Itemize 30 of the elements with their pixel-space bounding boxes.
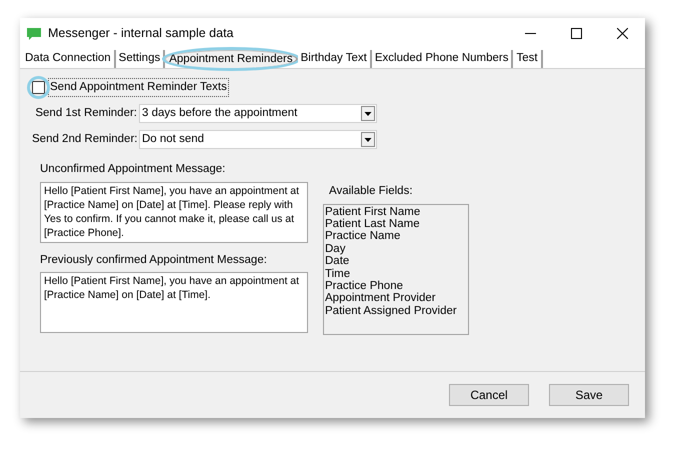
reminder-label: Send 2nd Reminder: <box>32 132 138 148</box>
available-fields-label: Available Fields: <box>329 184 414 200</box>
message-label: Unconfirmed Appointment Message: <box>40 162 226 178</box>
field-item[interactable]: Patient First Name <box>325 206 467 218</box>
message-label: Previously confirmed Appointment Message: <box>40 252 268 268</box>
field-item[interactable]: Date <box>325 255 467 268</box>
field-item[interactable]: Patient Assigned Provider <box>325 304 467 318</box>
window-title: Messenger - internal sample data <box>48 25 234 42</box>
field-item[interactable]: Time <box>325 268 467 280</box>
field-item[interactable]: Practice Phone <box>325 280 467 292</box>
chat-bubble-icon <box>26 26 42 40</box>
minimize-icon <box>524 33 536 34</box>
reminder-dropdown[interactable]: 3 days before the appointment <box>139 104 377 124</box>
message-textarea[interactable]: Hello [Patient First Name], you have an appointment at [Practice Name] on [Date] at [Time]. Please reply with Yes to confirm. If you cannot make it, please call us at [Practice Phone]. <box>40 182 308 242</box>
available-fields-list[interactable]: Patient First Name Patient Last Name Practice Name Day Date Time Practice Phone Appointment Provider Patient Assigned Provider <box>323 204 469 334</box>
checkbox[interactable] <box>32 81 45 94</box>
field-item[interactable]: Practice Name <box>325 230 467 243</box>
field-item[interactable]: Patient Last Name <box>325 218 467 230</box>
dialog-button[interactable]: Save <box>549 384 629 406</box>
reminder-dropdown[interactable]: Do not send <box>139 130 377 150</box>
dialog-button[interactable]: Cancel <box>449 384 529 406</box>
checkbox-label: Send Appointment Reminder Texts <box>48 78 229 98</box>
field-item[interactable]: Appointment Provider <box>325 292 467 305</box>
message-textarea[interactable]: Hello [Patient First Name], you have an appointment at [Practice Name] on [Date] at [Time]. <box>40 272 308 333</box>
maximize-icon <box>570 28 582 39</box>
tab[interactable]: Birthday Text <box>298 50 372 68</box>
tab[interactable]: Appointment Reminders <box>165 50 298 68</box>
field-item[interactable]: Day <box>325 242 467 256</box>
close-icon <box>616 28 628 39</box>
reminder-label: Send 1st Reminder: <box>34 106 138 122</box>
